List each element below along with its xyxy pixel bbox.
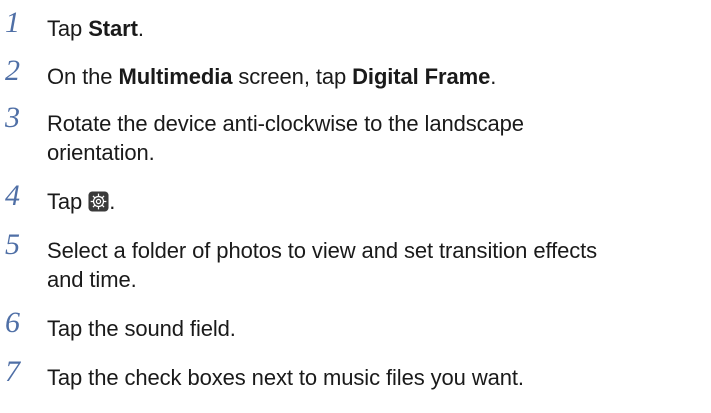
step-text: Select a folder of photos to view and se…: [47, 238, 598, 292]
step-number: 2: [5, 54, 20, 87]
step-text: Tap the sound field.: [47, 316, 236, 341]
bold-start: Start: [88, 16, 138, 41]
bold-multimedia: Multimedia: [118, 64, 233, 89]
step-text: Tap Start.: [47, 16, 144, 41]
instruction-steps: 1 Tap Start. 2 On the Multimedia screen,…: [0, 0, 711, 413]
step-text: On the Multimedia screen, tap Digital Fr…: [47, 64, 497, 89]
step-number: 6: [5, 306, 20, 339]
step-text: Tap the check boxes next to music files …: [47, 365, 524, 390]
step-number: 5: [5, 228, 20, 261]
bold-digital-frame: Digital Frame: [352, 64, 491, 89]
step-number: 3: [5, 101, 20, 134]
step-number: 4: [5, 179, 20, 212]
settings-gear-icon: [88, 191, 109, 212]
step-text: Tap .: [47, 189, 116, 214]
step-number: 7: [5, 355, 20, 388]
step-text: Rotate the device anti-clockwise to the …: [47, 111, 524, 165]
step-number: 1: [5, 6, 20, 39]
